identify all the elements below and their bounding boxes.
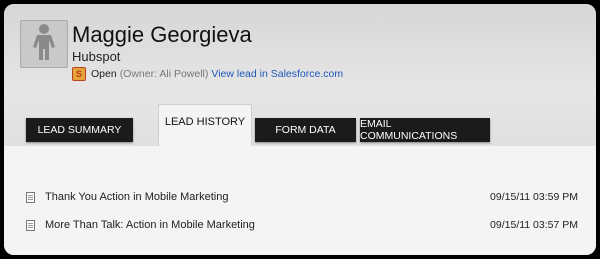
lead-history-list: Thank You Action in Mobile Marketing 09/… bbox=[4, 146, 596, 255]
history-item-title: More Than Talk: Action in Mobile Marketi… bbox=[45, 219, 255, 231]
tab-lead-history[interactable]: LEAD HISTORY bbox=[159, 105, 251, 147]
lead-status-line: S Open (Owner: Ali Powell) View lead in … bbox=[72, 67, 343, 81]
person-silhouette-icon bbox=[31, 23, 57, 66]
lead-owner: (Owner: Ali Powell) bbox=[119, 68, 209, 80]
lead-detail-panel: Maggie Georgieva Hubspot S Open (Owner: … bbox=[4, 4, 596, 255]
lead-company: Hubspot bbox=[72, 49, 121, 64]
tab-email-communications[interactable]: EMAIL COMMUNICATIONS bbox=[360, 118, 490, 142]
history-item[interactable]: More Than Talk: Action in Mobile Marketi… bbox=[26, 217, 578, 233]
salesforce-s-icon: S bbox=[72, 67, 86, 81]
avatar bbox=[20, 20, 68, 68]
lead-status: Open bbox=[91, 68, 117, 80]
history-item-date: 09/15/11 03:59 PM bbox=[490, 191, 578, 203]
history-item-title: Thank You Action in Mobile Marketing bbox=[45, 191, 229, 203]
document-icon bbox=[26, 219, 35, 231]
tab-form-data[interactable]: FORM DATA bbox=[255, 118, 356, 142]
document-icon bbox=[26, 191, 35, 203]
lead-name: Maggie Georgieva bbox=[72, 22, 252, 47]
view-in-salesforce-link[interactable]: View lead in Salesforce.com bbox=[211, 68, 343, 80]
history-item[interactable]: Thank You Action in Mobile Marketing 09/… bbox=[26, 189, 578, 205]
history-item-date: 09/15/11 03:57 PM bbox=[490, 219, 578, 231]
tab-lead-summary[interactable]: LEAD SUMMARY bbox=[26, 118, 133, 142]
